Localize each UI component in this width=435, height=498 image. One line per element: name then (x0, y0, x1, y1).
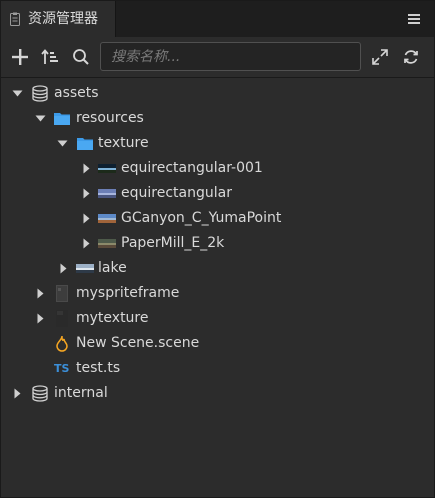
tree-item-label: PaperMill_E_2k (121, 235, 225, 251)
plus-icon[interactable] (10, 47, 30, 67)
tree-item-label: myspriteframe (76, 285, 180, 301)
chevron-right-icon[interactable] (81, 188, 92, 199)
expand-arrows-icon[interactable] (370, 47, 390, 67)
tree-item-label: internal (54, 385, 108, 401)
toolbar (1, 37, 434, 77)
tree-item-label: texture (98, 135, 149, 151)
tree-item-mytexture[interactable]: mytexture (1, 306, 434, 331)
clipboard-icon (10, 12, 20, 26)
image-thumbnail-icon (98, 189, 116, 198)
toolbar-divider (1, 77, 434, 78)
database-icon (32, 85, 48, 102)
tree-item-equirectangular[interactable]: equirectangular (1, 181, 434, 206)
chevron-right-icon[interactable] (35, 288, 46, 299)
tab-assets[interactable]: 资源管理器 (1, 1, 116, 37)
texture-icon (56, 310, 68, 327)
image-thumbnail-icon (98, 164, 116, 173)
chevron-right-icon[interactable] (12, 388, 23, 399)
sprite-frame-icon (56, 285, 68, 302)
chevron-right-icon[interactable] (58, 263, 69, 274)
assets-panel: 资源管理器 搜索名称... assets resources texture e… (0, 0, 435, 498)
image-thumbnail-icon (98, 239, 116, 248)
tree-item-test-ts[interactable]: TS test.ts (1, 356, 434, 381)
tree-item-texture[interactable]: texture (1, 131, 434, 156)
folder-icon (54, 113, 70, 125)
database-icon (32, 385, 48, 402)
tree-item-label: mytexture (76, 310, 149, 326)
image-thumbnail-icon (98, 214, 116, 223)
chevron-right-icon[interactable] (81, 213, 92, 224)
chevron-right-icon[interactable] (35, 313, 46, 324)
tree-item-new-scene[interactable]: New Scene.scene (1, 331, 434, 356)
tree-item-label: equirectangular-001 (121, 160, 263, 176)
tree-item-resources[interactable]: resources (1, 106, 434, 131)
tree-item-gcanyon[interactable]: GCanyon_C_YumaPoint (1, 206, 434, 231)
tab-bar: 资源管理器 (1, 1, 434, 37)
tree-item-label: equirectangular (121, 185, 232, 201)
tree-item-label: GCanyon_C_YumaPoint (121, 210, 282, 226)
tab-title: 资源管理器 (28, 11, 98, 27)
folder-icon (77, 138, 93, 150)
tree-item-internal[interactable]: internal (1, 381, 434, 406)
tree-item-label: test.ts (76, 360, 121, 376)
chevron-right-icon[interactable] (81, 163, 92, 174)
chevron-down-icon[interactable] (35, 113, 46, 124)
tree-item-label: assets (54, 85, 99, 101)
tree-item-assets[interactable]: assets (1, 81, 434, 106)
image-thumbnail-icon (76, 264, 94, 273)
tree-item-label: resources (76, 110, 144, 126)
typescript-icon: TS (54, 362, 70, 375)
tree-item-lake[interactable]: lake (1, 256, 434, 281)
refresh-icon[interactable] (401, 47, 421, 67)
sort-icon[interactable] (40, 47, 60, 67)
menu-icon[interactable] (406, 11, 422, 27)
tree-item-myspriteframe[interactable]: myspriteframe (1, 281, 434, 306)
asset-tree: assets resources texture equirectangular… (1, 81, 434, 406)
search-field (100, 42, 361, 71)
tree-item-label: New Scene.scene (76, 335, 200, 351)
chevron-right-icon[interactable] (81, 238, 92, 249)
chevron-down-icon[interactable] (12, 88, 23, 99)
scene-icon (56, 335, 68, 352)
search-icon[interactable] (71, 47, 91, 67)
tree-item-papermill[interactable]: PaperMill_E_2k (1, 231, 434, 256)
chevron-down-icon[interactable] (57, 138, 68, 149)
search-input[interactable] (101, 43, 360, 70)
tree-item-equirectangular-001[interactable]: equirectangular-001 (1, 156, 434, 181)
tree-item-label: lake (98, 260, 127, 276)
